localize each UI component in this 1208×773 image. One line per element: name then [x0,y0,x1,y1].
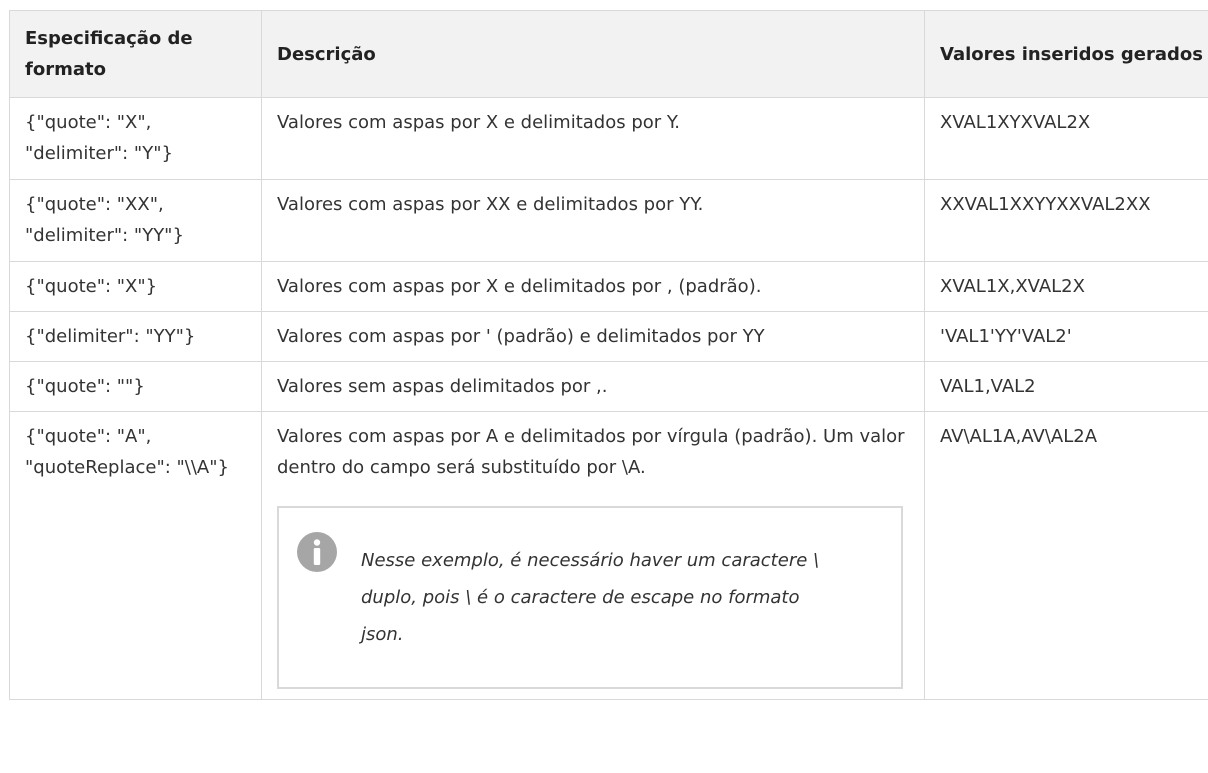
note-box: Nesse exemplo, é necessário haver um car… [277,506,903,689]
cell-format-spec: {"quote": ""} [9,361,262,412]
info-icon [297,532,337,572]
cell-description: Valores com aspas por X e delimitados po… [261,97,925,180]
cell-description: Valores com aspas por A e delimitados po… [277,426,905,478]
format-spec-table: Especificação de formato Descrição Valor… [9,10,1208,700]
table-row: {"quote": "XX", "delimiter": "YY"} Valor… [9,179,1208,262]
cell-generated-value: VAL1,VAL2 [924,361,1208,412]
cell-generated-value: XVAL1X,XVAL2X [924,261,1208,312]
cell-format-spec: {"quote": "X", "delimiter": "Y"} [9,97,262,180]
table-row: {"quote": "X", "delimiter": "Y"} Valores… [9,97,1208,180]
table-row: {"quote": "X"} Valores com aspas por X e… [9,261,1208,312]
note-text: Nesse exemplo, é necessário haver um car… [361,550,820,645]
cell-format-spec: {"delimiter": "YY"} [9,311,262,362]
header-generated-values: Valores inseridos gerados [924,10,1208,98]
cell-description-with-note: Valores com aspas por A e delimitados po… [261,411,925,700]
table-row: {"quote": "A", "quoteReplace": "\\A"} Va… [9,411,1208,700]
cell-generated-value: XXVAL1XXYYXXVAL2XX [924,179,1208,262]
cell-format-spec: {"quote": "A", "quoteReplace": "\\A"} [9,411,262,700]
cell-description: Valores com aspas por XX e delimitados p… [261,179,925,262]
cell-description: Valores com aspas por ' (padrão) e delim… [261,311,925,362]
cell-format-spec: {"quote": "XX", "delimiter": "YY"} [9,179,262,262]
table-row: {"delimiter": "YY"} Valores com aspas po… [9,311,1208,362]
cell-format-spec: {"quote": "X"} [9,261,262,312]
table-row: {"quote": ""} Valores sem aspas delimita… [9,361,1208,412]
table-header-row: Especificação de formato Descrição Valor… [9,10,1208,98]
header-format-spec: Especificação de formato [9,10,262,98]
cell-description: Valores sem aspas delimitados por ,. [261,361,925,412]
header-description: Descrição [261,10,925,98]
cell-generated-value: 'VAL1'YY'VAL2' [924,311,1208,362]
cell-generated-value: AV\AL1A,AV\AL2A [924,411,1208,700]
content-area: Especificação de formato Descrição Valor… [0,0,1208,700]
cell-generated-value: XVAL1XYXVAL2X [924,97,1208,180]
cell-description: Valores com aspas por X e delimitados po… [261,261,925,312]
